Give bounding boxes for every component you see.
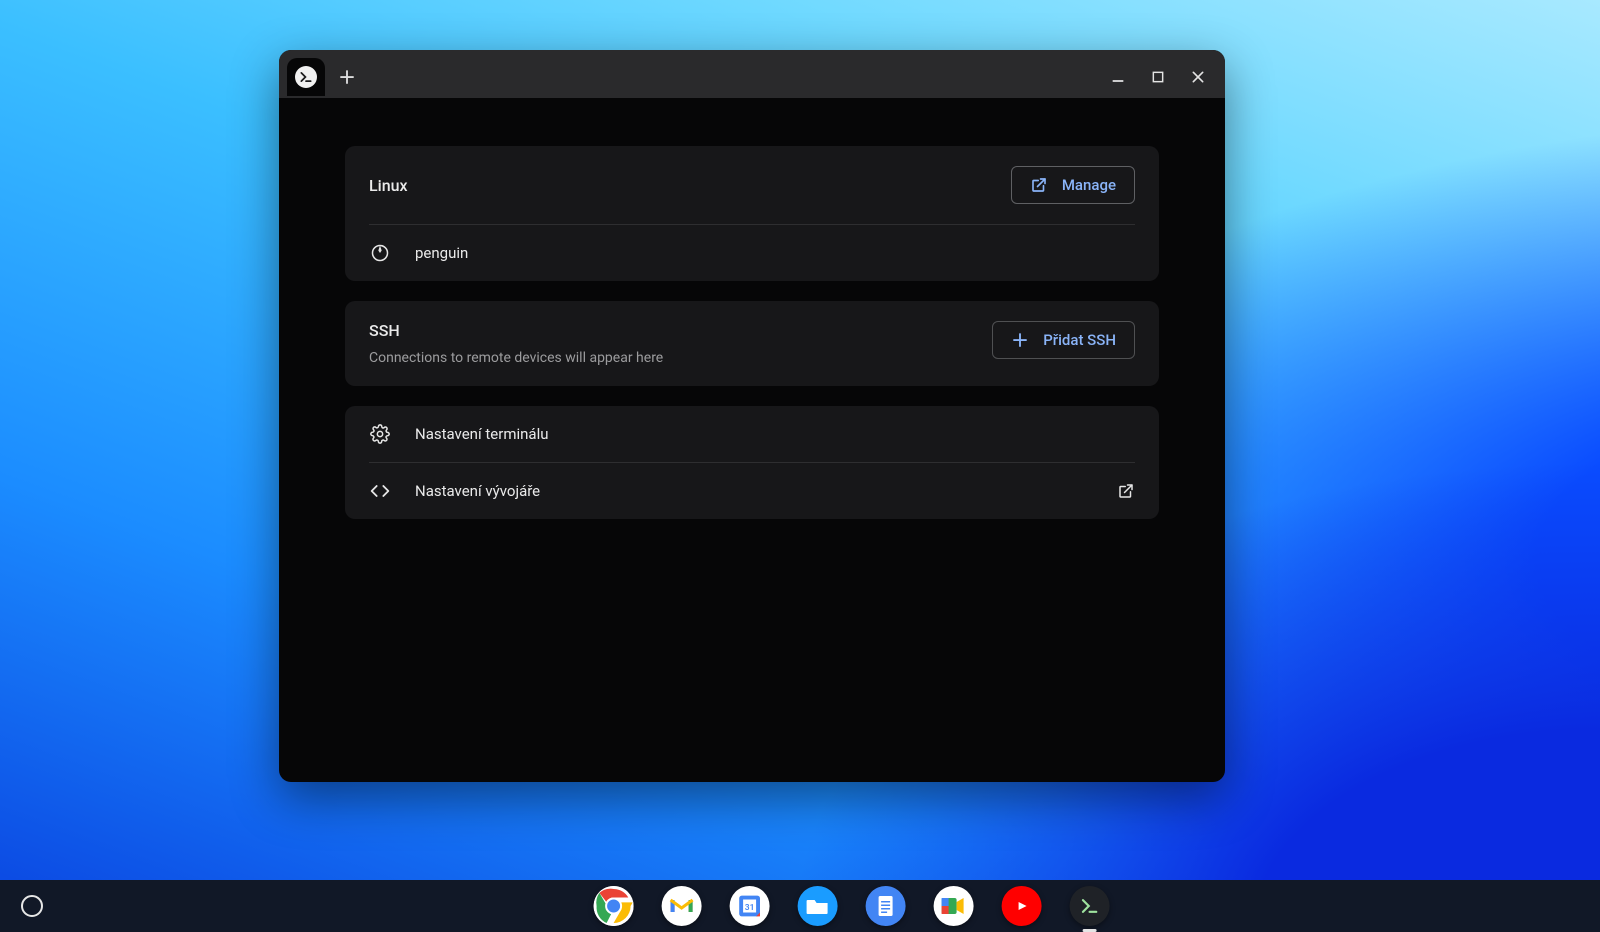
open-external-icon <box>1117 482 1135 500</box>
ssh-title: SSH <box>369 321 663 340</box>
maximize-button[interactable] <box>1145 64 1171 90</box>
meet-icon <box>940 894 968 918</box>
terminal-settings-row[interactable]: Nastavení terminálu <box>345 406 1159 462</box>
shelf: 31 <box>0 880 1600 932</box>
shelf-app-docs[interactable] <box>866 886 906 926</box>
ssh-panel: SSH Connections to remote devices will a… <box>345 301 1159 386</box>
terminal-icon <box>295 66 317 88</box>
linux-title: Linux <box>369 176 408 195</box>
window-controls <box>1105 64 1217 90</box>
ssh-empty-hint: Connections to remote devices will appea… <box>369 350 663 366</box>
youtube-icon <box>1011 898 1033 914</box>
linux-container-name: penguin <box>415 244 468 262</box>
desktop-wallpaper: Linux Manage <box>0 0 1600 932</box>
calendar-icon: 31 <box>737 893 763 919</box>
docs-icon <box>876 894 896 918</box>
launcher-icon <box>21 895 43 917</box>
shelf-app-files[interactable] <box>798 886 838 926</box>
files-icon <box>806 896 830 916</box>
developer-settings-row[interactable]: Nastavení vývojáře <box>345 463 1159 519</box>
add-ssh-button[interactable]: Přidat SSH <box>992 321 1135 359</box>
tab-strip <box>279 50 1225 98</box>
shelf-app-calendar[interactable]: 31 <box>730 886 770 926</box>
manage-linux-button[interactable]: Manage <box>1011 166 1135 204</box>
shelf-app-youtube[interactable] <box>1002 886 1042 926</box>
linux-container-row[interactable]: penguin <box>345 225 1159 281</box>
add-ssh-label: Přidat SSH <box>1043 331 1116 349</box>
svg-text:31: 31 <box>745 903 755 913</box>
manage-button-label: Manage <box>1062 176 1116 194</box>
launcher-button[interactable] <box>12 886 52 926</box>
shelf-app-meet[interactable] <box>934 886 974 926</box>
code-icon <box>369 481 391 501</box>
linux-container-icon <box>369 243 391 263</box>
plus-icon <box>1011 331 1029 349</box>
terminal-home-content: Linux Manage <box>279 98 1225 519</box>
terminal-settings-label: Nastavení terminálu <box>415 425 549 443</box>
gear-icon <box>369 424 391 444</box>
chrome-icon <box>594 886 634 926</box>
tab-terminal-home[interactable] <box>287 58 325 96</box>
gmail-icon <box>669 896 695 916</box>
terminal-icon <box>1080 896 1100 916</box>
new-tab-button[interactable] <box>331 61 363 93</box>
shelf-apps: 31 <box>594 886 1110 926</box>
developer-settings-label: Nastavení vývojáře <box>415 482 540 500</box>
open-external-icon <box>1030 176 1048 194</box>
settings-panel: Nastavení terminálu Nastavení vývojáře <box>345 406 1159 519</box>
shelf-app-gmail[interactable] <box>662 886 702 926</box>
minimize-button[interactable] <box>1105 64 1131 90</box>
shelf-app-chrome[interactable] <box>594 886 634 926</box>
close-button[interactable] <box>1185 64 1211 90</box>
shelf-app-terminal[interactable] <box>1070 886 1110 926</box>
terminal-window: Linux Manage <box>279 50 1225 782</box>
linux-panel: Linux Manage <box>345 146 1159 281</box>
